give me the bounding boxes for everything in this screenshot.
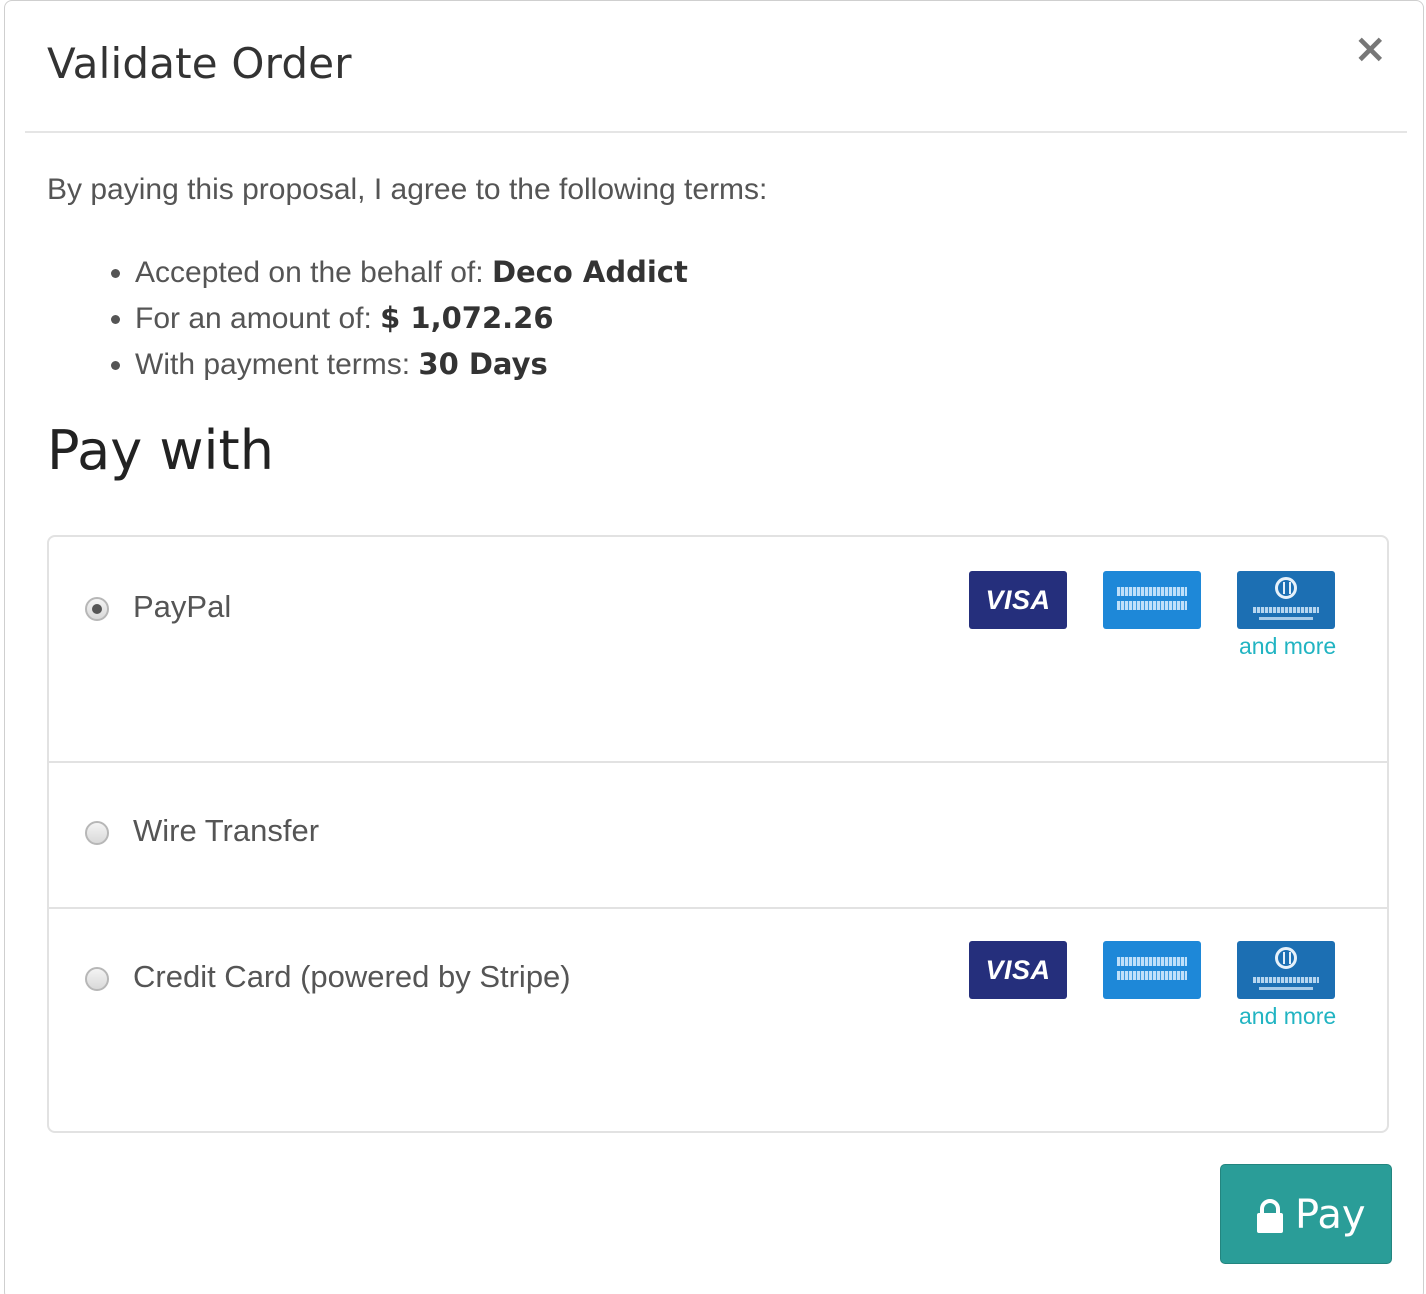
lock-icon — [1257, 1199, 1283, 1233]
paypal-label[interactable]: PayPal — [133, 589, 231, 625]
term-label: Accepted on the behalf of: — [135, 256, 492, 289]
term-label: With payment terms: — [135, 348, 419, 381]
and-more-link[interactable]: and more — [1239, 1003, 1336, 1030]
credit-card-label[interactable]: Credit Card (powered by Stripe) — [133, 959, 571, 995]
term-item-accepted-by: Accepted on the behalf of: Deco Addict — [135, 249, 688, 295]
terms-list: Accepted on the behalf of: Deco Addict F… — [47, 249, 688, 387]
credit-card-radio[interactable] — [85, 967, 109, 991]
and-more-link[interactable]: and more — [1239, 633, 1336, 660]
modal-title: Validate Order — [47, 39, 352, 88]
wire-transfer-radio[interactable] — [85, 821, 109, 845]
pay-with-heading: Pay with — [47, 419, 274, 482]
modal-header: Validate Order × — [25, 1, 1407, 133]
payment-methods-list: PayPal VISA and more Wire Transfer Credi… — [47, 535, 1389, 1133]
payment-method-wire-transfer[interactable]: Wire Transfer — [49, 761, 1387, 909]
amex-card-icon — [1103, 571, 1201, 629]
paypal-radio[interactable] — [85, 597, 109, 621]
wire-transfer-label[interactable]: Wire Transfer — [133, 813, 319, 849]
pay-button-label: Pay — [1295, 1192, 1366, 1238]
term-label: For an amount of: — [135, 302, 381, 335]
amex-card-icon — [1103, 941, 1201, 999]
visa-card-icon: VISA — [969, 941, 1067, 999]
terms-intro: By paying this proposal, I agree to the … — [47, 173, 768, 206]
diners-club-card-icon — [1237, 571, 1335, 629]
validate-order-modal: Validate Order × By paying this proposal… — [4, 0, 1424, 1294]
term-value: 30 Days — [418, 347, 548, 381]
term-item-amount: For an amount of: $ 1,072.26 — [135, 295, 688, 341]
term-value: $ 1,072.26 — [380, 301, 554, 335]
close-icon[interactable]: × — [1353, 29, 1387, 69]
payment-method-paypal[interactable]: PayPal VISA and more — [49, 537, 1387, 763]
diners-club-card-icon — [1237, 941, 1335, 999]
payment-method-credit-card[interactable]: Credit Card (powered by Stripe) VISA and… — [49, 907, 1387, 1133]
visa-card-icon: VISA — [969, 571, 1067, 629]
pay-button[interactable]: Pay — [1220, 1164, 1392, 1264]
term-item-payment-terms: With payment terms: 30 Days — [135, 341, 688, 387]
term-value: Deco Addict — [491, 255, 688, 289]
